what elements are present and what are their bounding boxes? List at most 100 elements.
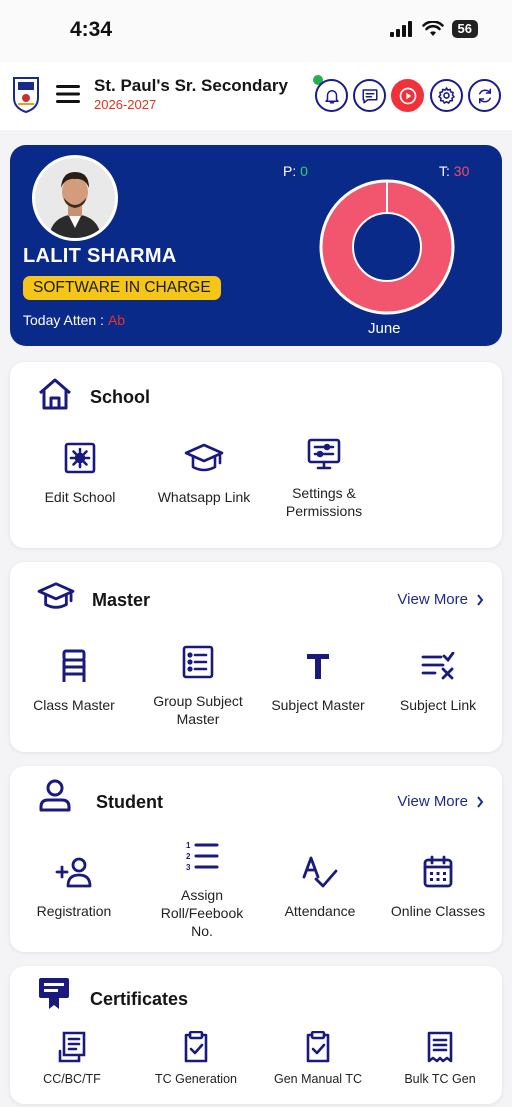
- tile-settings-permissions[interactable]: Settings & Permissions: [264, 434, 384, 520]
- tile-label: Online Classes: [390, 903, 486, 919]
- graduation-cap-icon: [37, 582, 75, 609]
- tile-label: Edit School: [44, 489, 116, 505]
- tile-attendance[interactable]: Attendance: [260, 852, 380, 920]
- text-t-icon: [307, 654, 329, 679]
- tile-label: Bulk TC Gen: [404, 1072, 476, 1086]
- attendance-status: Today Atten : Ab: [23, 312, 125, 328]
- total-count: T: 30: [439, 163, 469, 179]
- student-view-more[interactable]: View More: [397, 793, 484, 810]
- tile-label: Gen Manual TC: [273, 1072, 362, 1086]
- chair-icon: [62, 649, 86, 682]
- view-more-label: View More: [397, 793, 468, 810]
- settings-button[interactable]: [430, 79, 463, 112]
- attendance-label: Today Atten :: [23, 312, 104, 328]
- tile-online-classes[interactable]: Online Classes: [378, 852, 498, 920]
- tile-assign-roll[interactable]: 1 2 3 Assign Roll/Feebook No.: [142, 836, 262, 940]
- add-user-icon: [55, 857, 92, 888]
- certificates-section: Certificates CC/BC/TF TC Generation Gen …: [10, 966, 502, 1104]
- chevron-right-icon: [477, 795, 484, 808]
- numbered-list-icon: 1 2 3: [186, 841, 219, 872]
- role-badge: SOFTWARE IN CHARGE: [23, 276, 221, 300]
- wifi-icon: [421, 21, 444, 36]
- calendar-icon: [423, 855, 453, 888]
- menu-icon[interactable]: [56, 84, 80, 104]
- app-header: St. Paul's Sr. Secondary 2026-2027: [0, 62, 512, 130]
- clipboard-check-icon: [306, 1031, 330, 1063]
- tile-subject-link[interactable]: Subject Link: [378, 646, 498, 714]
- total-value: 30: [453, 163, 470, 179]
- tile-class-master[interactable]: Class Master: [14, 646, 134, 714]
- school-logo: [13, 77, 39, 114]
- home-icon: [39, 378, 71, 410]
- spellcheck-icon: [302, 856, 338, 888]
- tile-group-subject-master[interactable]: Group Subject Master: [138, 642, 258, 728]
- tile-label: Settings & Permissions: [285, 485, 363, 519]
- school-name: St. Paul's Sr. Secondary: [94, 76, 288, 95]
- tile-bulk-tc-gen[interactable]: Bulk TC Gen: [380, 1030, 500, 1088]
- signal-icon: [389, 21, 412, 37]
- profile-card: LALIT SHARMA SOFTWARE IN CHARGE Today At…: [10, 145, 502, 346]
- master-view-more[interactable]: View More: [397, 591, 484, 608]
- section-title-master: Master: [92, 590, 151, 610]
- attendance-donut-chart: [319, 179, 455, 315]
- refresh-button[interactable]: [468, 79, 501, 112]
- present-label: P:: [283, 163, 297, 179]
- messages-button[interactable]: [353, 79, 386, 112]
- list-box-icon: [182, 645, 214, 679]
- status-icons: 56: [389, 20, 478, 38]
- bell-icon: [324, 89, 339, 103]
- user-name: LALIT SHARMA: [23, 245, 177, 267]
- gear-icon: [438, 87, 455, 104]
- tile-label: Attendance: [284, 903, 356, 919]
- tile-gen-manual-tc[interactable]: Gen Manual TC: [258, 1030, 378, 1088]
- document-lines-icon: [427, 1031, 453, 1063]
- play-icon: [399, 87, 416, 104]
- view-more-label: View More: [397, 591, 468, 608]
- svg-text:1: 1: [186, 841, 191, 850]
- tile-whatsapp-link[interactable]: Whatsapp Link: [144, 438, 264, 506]
- tile-label: Group Subject Master: [153, 693, 243, 727]
- present-count: P: 0: [283, 163, 308, 179]
- chevron-right-icon: [477, 593, 484, 606]
- status-time: 4:34: [70, 18, 113, 41]
- tile-registration[interactable]: Registration: [14, 852, 134, 920]
- tile-label: Class Master: [33, 697, 115, 713]
- tile-label: Subject Master: [271, 697, 365, 713]
- master-section: Master View More Class Master Group Subj…: [10, 562, 502, 752]
- notifications-button[interactable]: [315, 79, 348, 112]
- chart-month: June: [368, 320, 401, 337]
- school-section: School Edit School Whatsapp Link Setting…: [10, 362, 502, 548]
- tile-label: Subject Link: [399, 697, 477, 713]
- tile-subject-master[interactable]: Subject Master: [258, 646, 378, 714]
- tile-label: Whatsapp Link: [157, 489, 251, 505]
- tile-tc-generation[interactable]: TC Generation: [136, 1030, 256, 1088]
- attendance-value: Ab: [107, 312, 126, 328]
- graduation-cap-icon: [184, 443, 224, 472]
- certificate-doc-icon: [58, 1031, 86, 1063]
- section-title-student: Student: [96, 792, 163, 812]
- tile-cc-bc-tf[interactable]: CC/BC/TF: [12, 1030, 132, 1088]
- avatar: [32, 155, 118, 241]
- clipboard-check-icon: [184, 1031, 208, 1063]
- user-icon: [39, 779, 71, 812]
- section-title-certificates: Certificates: [90, 989, 189, 1009]
- refresh-icon: [478, 88, 491, 103]
- svg-text:3: 3: [186, 863, 191, 872]
- tile-edit-school[interactable]: Edit School: [20, 438, 140, 506]
- session-year: 2026-2027: [94, 97, 157, 112]
- tile-label: Assign Roll/Feebook No.: [160, 887, 244, 939]
- chat-icon: [362, 88, 377, 103]
- tile-label: Registration: [36, 903, 112, 919]
- monitor-sliders-icon: [307, 438, 341, 470]
- video-button[interactable]: [391, 79, 424, 112]
- certificate-icon: [39, 978, 69, 1009]
- section-title-school: School: [90, 387, 151, 407]
- tile-label: TC Generation: [155, 1072, 237, 1086]
- status-bar: 4:34 56: [0, 0, 512, 62]
- svg-text:2: 2: [186, 852, 191, 861]
- settings-box-icon: [64, 442, 96, 474]
- student-section: Student View More Registration 1 2 3 Ass…: [10, 766, 502, 952]
- tile-label: CC/BC/TF: [43, 1072, 101, 1086]
- battery-indicator: 56: [451, 20, 478, 38]
- present-value: 0: [300, 163, 308, 179]
